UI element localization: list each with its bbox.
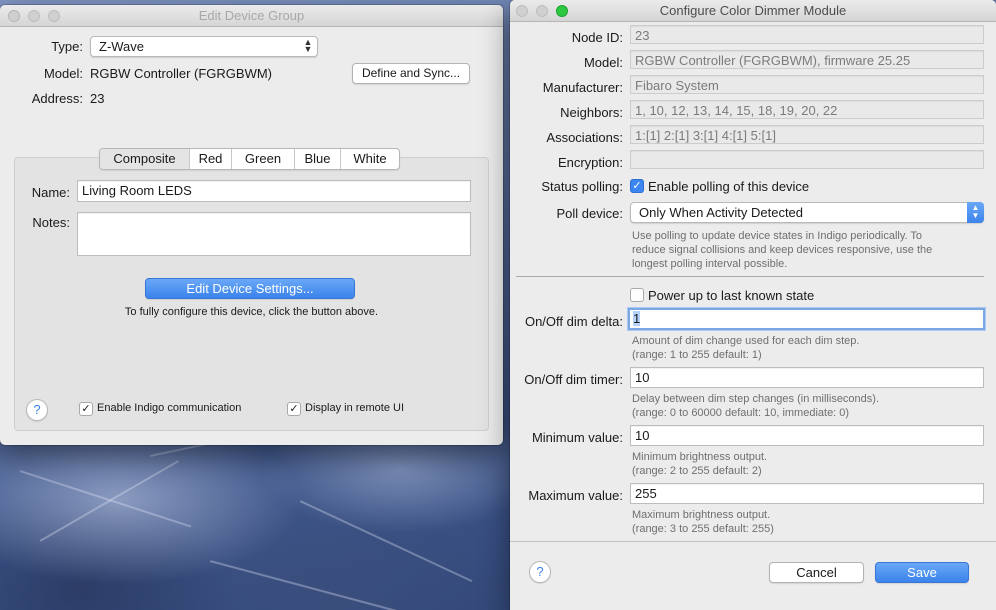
min-value-value: 10 xyxy=(635,428,650,443)
max-value-label: Maximum value: xyxy=(528,488,623,503)
dim-timer-label: On/Off dim timer: xyxy=(524,372,623,387)
manufacturer-label: Manufacturer: xyxy=(542,80,623,95)
enable-polling-label: Enable polling of this device xyxy=(648,179,810,194)
window-title: Configure Color Dimmer Module xyxy=(659,3,847,18)
window-title: Edit Device Group xyxy=(198,8,305,23)
type-popup-value: Z-Wave xyxy=(99,39,145,54)
dim-timer-value: 10 xyxy=(635,370,650,385)
manufacturer-field: Fibaro System xyxy=(630,75,984,94)
edit-settings-hint: To fully configure this device, click th… xyxy=(124,306,379,318)
help-icon[interactable]: ? xyxy=(26,399,48,421)
status-polling-label: Status polling: xyxy=(541,179,623,194)
associations-field: 1:[1] 2:[1] 3:[1] 4:[1] 5:[1] xyxy=(630,125,984,144)
notes-field[interactable] xyxy=(77,212,471,256)
address-label: Address: xyxy=(31,91,83,106)
section-divider xyxy=(516,276,984,277)
node-id-field: 23 xyxy=(630,25,984,44)
configure-dimmer-window: Configure Color Dimmer Module Node ID: 2… xyxy=(510,0,996,610)
max-value-field[interactable]: 255 xyxy=(630,483,984,504)
model-field: RGBW Controller (FGRGBWM), firmware 25.2… xyxy=(630,50,984,69)
dim-delta-label: On/Off dim delta: xyxy=(524,314,623,329)
cancel-button[interactable]: Cancel xyxy=(769,562,864,583)
enable-communication-label: Enable Indigo communication xyxy=(97,402,242,414)
title-bar[interactable]: Edit Device Group xyxy=(0,5,503,27)
display-remote-ui-label: Display in remote UI xyxy=(305,402,405,414)
neighbors-label: Neighbors: xyxy=(560,105,623,120)
neighbors-field: 1, 10, 12, 13, 14, 15, 18, 19, 20, 22 xyxy=(630,100,984,119)
enable-polling-checkbox[interactable]: ✓ xyxy=(630,179,644,193)
associations-label: Associations: xyxy=(546,130,623,145)
display-remote-ui-checkbox[interactable]: ✓ xyxy=(287,402,301,416)
help-icon[interactable]: ? xyxy=(529,561,551,583)
landscape-ridge xyxy=(19,470,192,528)
power-up-label: Power up to last known state xyxy=(648,288,815,303)
dim-delta-help: Amount of dim change used for each dim s… xyxy=(632,335,860,361)
tab-blue[interactable]: Blue xyxy=(294,149,340,169)
node-id-label: Node ID: xyxy=(571,30,623,45)
title-bar[interactable]: Configure Color Dimmer Module xyxy=(510,0,996,22)
power-up-checkbox[interactable] xyxy=(630,288,644,302)
name-label: Name: xyxy=(31,185,70,200)
name-field[interactable]: Living Room LEDS xyxy=(77,180,471,202)
tab-red[interactable]: Red xyxy=(189,149,231,169)
define-and-sync-button[interactable]: Define and Sync... xyxy=(352,63,470,84)
poll-device-popup-value: Only When Activity Detected xyxy=(639,205,804,220)
model-label: Model: xyxy=(43,66,83,81)
max-value-help: Maximum brightness output. (range: 3 to … xyxy=(632,509,774,535)
landscape-ridge xyxy=(39,460,180,542)
tab-composite[interactable]: Composite xyxy=(100,149,189,169)
encryption-field xyxy=(630,150,984,169)
tab-green[interactable]: Green xyxy=(231,149,294,169)
dim-timer-field[interactable]: 10 xyxy=(630,367,984,388)
poll-device-popup[interactable]: Only When Activity Detected ▲ ▼ xyxy=(630,202,984,223)
model-value: RGBW Controller (FGRGBWM) xyxy=(90,66,272,81)
enable-communication-checkbox[interactable]: ✓ xyxy=(79,402,93,416)
landscape-ridge xyxy=(209,560,404,610)
tab-white[interactable]: White xyxy=(340,149,399,169)
dim-delta-value: 1 xyxy=(633,311,641,326)
max-value-value: 255 xyxy=(635,486,657,501)
footer-divider xyxy=(510,541,996,542)
poll-device-label: Poll device: xyxy=(556,206,623,221)
min-value-help: Minimum brightness output. (range: 2 to … xyxy=(632,451,768,477)
encryption-label: Encryption: xyxy=(557,155,623,170)
model-label: Model: xyxy=(583,55,623,70)
dim-delta-field[interactable]: 1 xyxy=(628,308,985,330)
address-value: 23 xyxy=(90,91,105,106)
edit-device-settings-button[interactable]: Edit Device Settings... xyxy=(145,278,355,299)
name-field-value: Living Room LEDS xyxy=(82,183,192,198)
poll-help-text: Use polling to update device states in I… xyxy=(632,230,933,270)
channel-tabs: Composite Red Green Blue White xyxy=(99,148,400,170)
min-value-label: Minimum value: xyxy=(531,430,623,445)
popup-arrows-icon: ▲ ▼ xyxy=(303,37,313,54)
type-popup[interactable]: Z-Wave ▲ ▼ xyxy=(90,36,318,57)
popup-arrows-icon: ▲ ▼ xyxy=(967,202,984,223)
save-button[interactable]: Save xyxy=(875,562,969,583)
min-value-field[interactable]: 10 xyxy=(630,425,984,446)
dim-timer-help: Delay between dim step changes (in milli… xyxy=(632,393,880,419)
edit-device-group-window: Edit Device Group Type: Z-Wave ▲ ▼ Model:… xyxy=(0,5,503,445)
landscape-ridge xyxy=(299,500,473,583)
notes-label: Notes: xyxy=(32,215,70,230)
type-label: Type: xyxy=(51,39,83,54)
